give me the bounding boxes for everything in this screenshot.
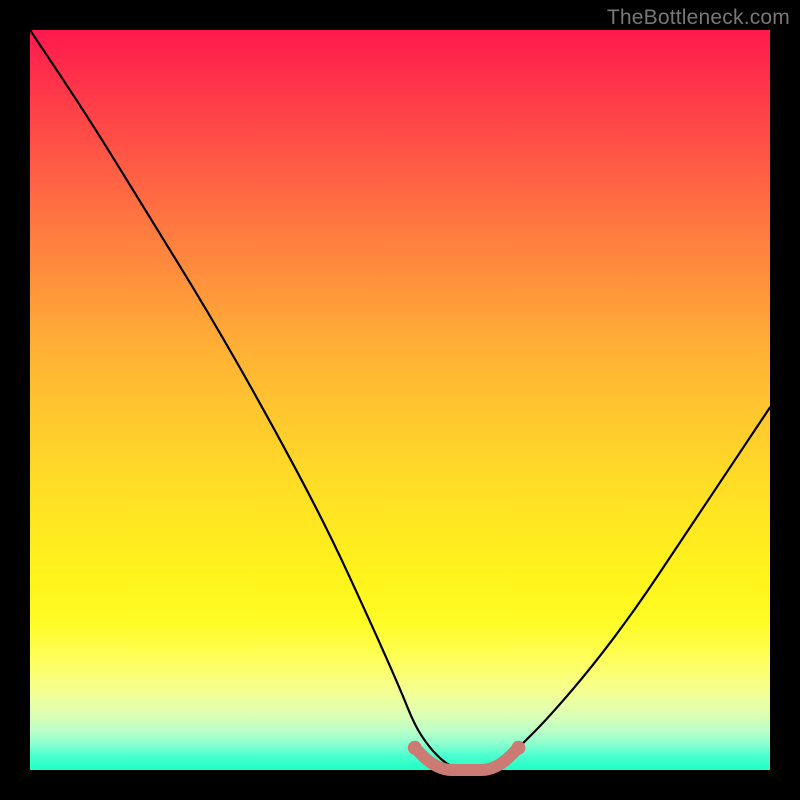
highlight-end-dot [408, 741, 422, 755]
series-bottleneck-curve [30, 30, 770, 770]
series-bottom-highlight [415, 748, 519, 770]
chart-container: TheBottleneck.com [0, 0, 800, 800]
plot-area [30, 30, 770, 770]
chart-svg [30, 30, 770, 770]
highlight-end-dot [511, 741, 525, 755]
watermark-label: TheBottleneck.com [607, 6, 790, 30]
